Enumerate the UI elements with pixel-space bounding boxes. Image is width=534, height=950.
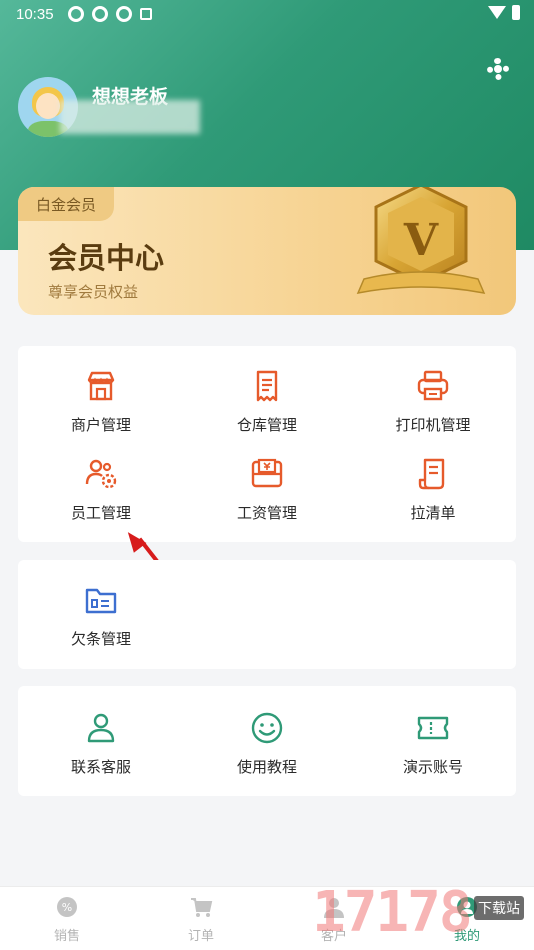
wifi-icon — [488, 6, 506, 19]
vip-badge-letter: V — [403, 215, 439, 266]
redacted-account-info — [60, 100, 200, 134]
vip-title: 会员中心 — [48, 243, 165, 275]
service-item-warehouse[interactable]: 仓库管理 — [184, 368, 350, 448]
support-item-tutorial[interactable]: 使用教程 — [184, 710, 350, 790]
person-icon — [87, 713, 115, 743]
service-label: 拉清单 — [410, 505, 456, 522]
tab-orders[interactable]: 订单 — [134, 895, 268, 944]
sale-icon: % — [57, 897, 77, 917]
tab-label: 订单 — [187, 928, 214, 943]
service-label: 打印机管理 — [395, 417, 471, 434]
status-time: 10:35 — [16, 6, 54, 23]
services-card: 商户管理 仓库管理 打印机管理 员工管理 工资管理 拉清单 — [18, 346, 516, 542]
site-watermark-label: 下载站 — [474, 896, 524, 920]
service-label: 员工管理 — [70, 505, 131, 522]
battery-icon — [512, 5, 520, 20]
site-watermark: 17178 — [312, 880, 473, 945]
support-label: 联系客服 — [70, 759, 131, 776]
tab-sales[interactable]: % 销售 — [0, 895, 134, 944]
service-label: 仓库管理 — [236, 417, 297, 434]
service-item-debt[interactable]: 欠条管理 — [18, 582, 184, 662]
keyboard-notification-icon — [140, 8, 152, 20]
support-card: 联系客服 使用教程 演示账号 — [18, 686, 516, 796]
vip-center-card[interactable]: 白金会员 会员中心 尊享会员权益 V — [18, 187, 516, 315]
status-bar: 10:35 — [0, 0, 534, 28]
printer-icon — [417, 370, 449, 401]
support-item-demo-account[interactable]: 演示账号 — [350, 710, 516, 790]
vip-badge-icon: V — [356, 187, 486, 295]
service-item-printer[interactable]: 打印机管理 — [350, 368, 516, 448]
debt-card: 欠条管理 — [18, 560, 516, 669]
notification-icons — [68, 6, 152, 22]
support-item-contact[interactable]: 联系客服 — [18, 710, 184, 790]
service-label: 工资管理 — [236, 505, 297, 522]
shop-icon — [87, 371, 115, 401]
staff-icon — [85, 459, 117, 489]
support-label: 演示账号 — [402, 759, 463, 776]
receipt-icon — [256, 370, 278, 402]
service-label: 欠条管理 — [70, 631, 131, 648]
app-notification-icon — [92, 6, 108, 22]
ticket-icon — [417, 716, 449, 740]
service-item-staff[interactable]: 员工管理 — [18, 456, 184, 536]
settings-gear-icon[interactable] — [487, 58, 509, 80]
app-notification-icon — [68, 6, 84, 22]
service-item-salary[interactable]: 工资管理 — [184, 456, 350, 536]
avatar-face — [36, 93, 60, 119]
service-label: 商户管理 — [70, 417, 131, 434]
service-item-checklist[interactable]: 拉清单 — [350, 456, 516, 536]
folder-icon — [85, 588, 117, 614]
support-label: 使用教程 — [236, 759, 297, 776]
svg-text:%: % — [62, 901, 72, 914]
system-icons — [488, 5, 520, 20]
salary-icon — [251, 458, 283, 488]
smile-icon — [251, 712, 283, 744]
service-item-merchant[interactable]: 商户管理 — [18, 368, 184, 448]
cart-icon — [191, 898, 213, 917]
vip-level-tag: 白金会员 — [18, 187, 115, 221]
list-icon — [418, 458, 445, 490]
vip-subtitle: 尊享会员权益 — [48, 284, 139, 301]
tab-label: 销售 — [53, 928, 80, 943]
app-notification-icon — [116, 6, 132, 22]
